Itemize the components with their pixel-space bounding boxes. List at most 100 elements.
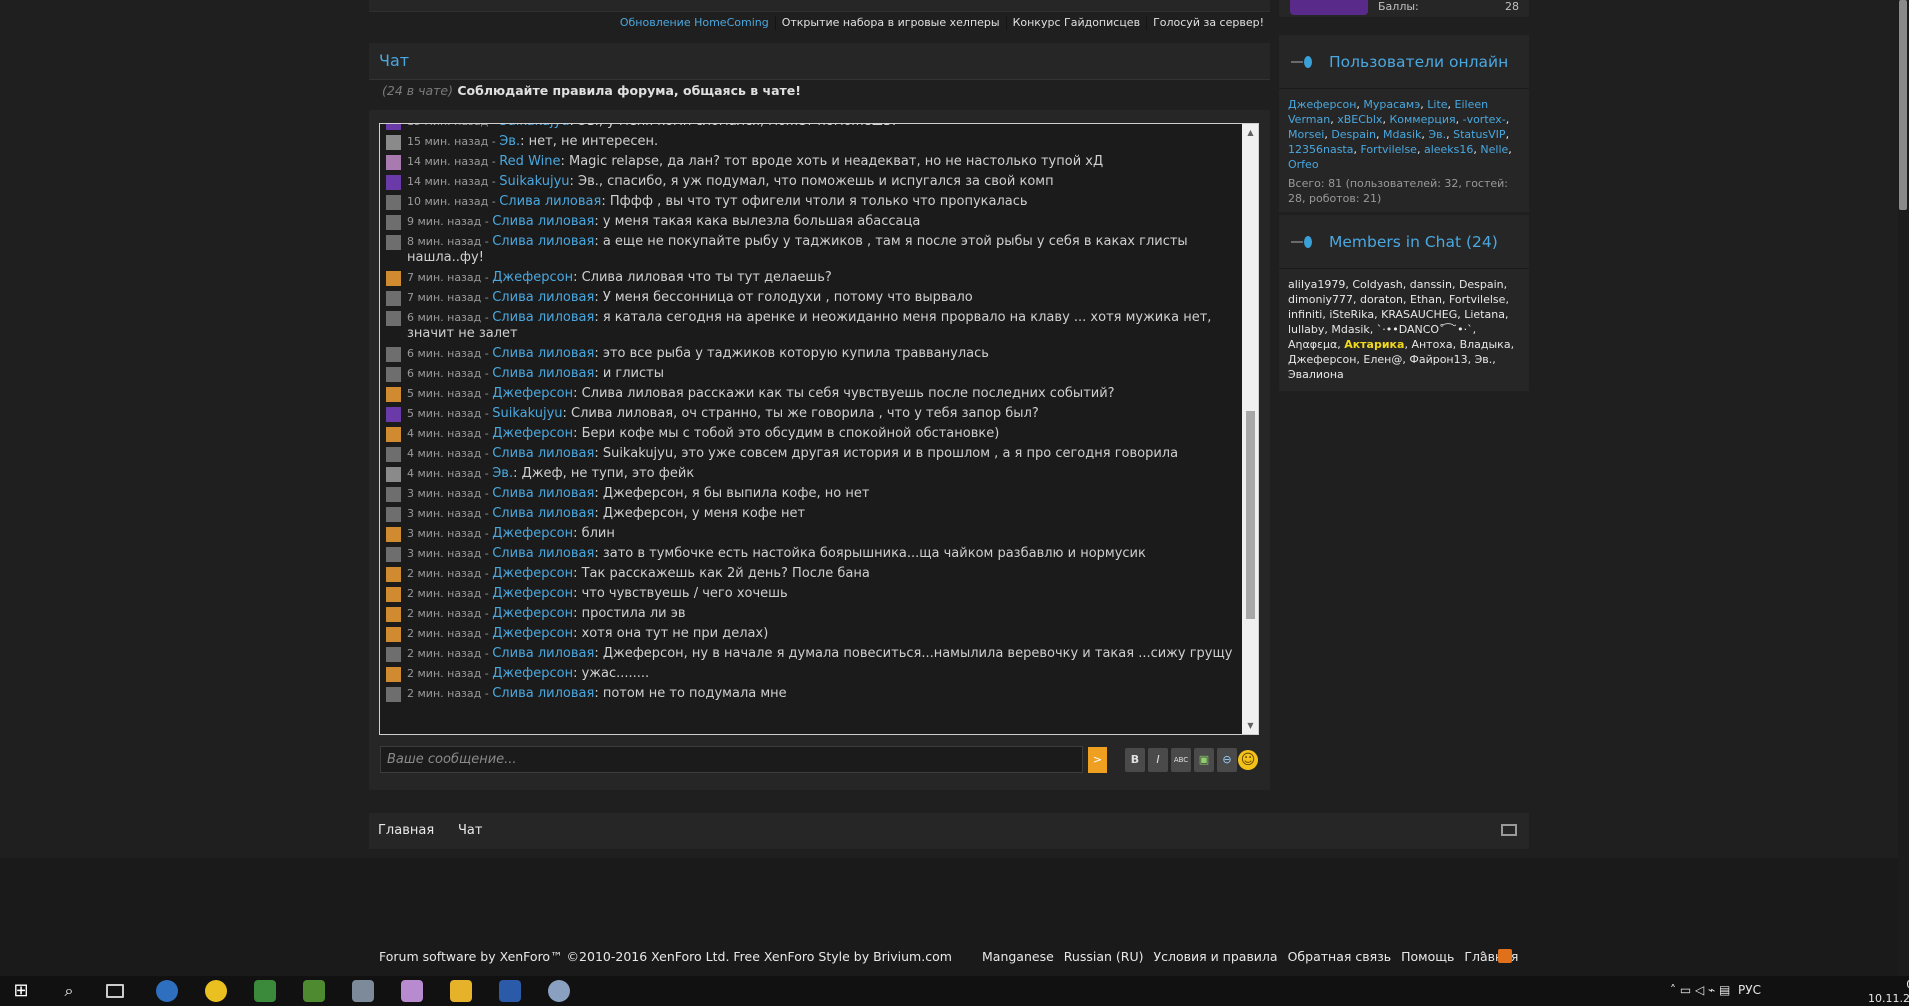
image-button[interactable]: ▣ (1194, 748, 1214, 772)
app-icon[interactable] (254, 980, 276, 1002)
message-author[interactable]: Слива лиловая (492, 214, 594, 229)
message-author[interactable]: Слива лиловая (492, 346, 594, 361)
user-link[interactable]: Mdasik (1383, 128, 1421, 141)
strike-button[interactable]: ABC (1171, 748, 1191, 772)
user-link[interactable]: StatusVIP (1453, 128, 1505, 141)
user-avatar-icon[interactable] (386, 271, 401, 286)
footer-link[interactable]: Условия и правила (1153, 949, 1277, 964)
user-avatar-icon[interactable] (386, 547, 401, 562)
message-author[interactable]: Suikakujyu (492, 406, 562, 421)
user-link[interactable]: Мурасамэ (1363, 98, 1420, 111)
message-author[interactable]: Suikakujyu (499, 124, 569, 129)
scroll-top-icon[interactable]: ⌃ (1478, 949, 1488, 963)
windows-start-icon[interactable]: ⊞ (10, 980, 32, 1002)
message-author[interactable]: Джеферсон (492, 270, 573, 285)
user-avatar-icon[interactable] (386, 687, 401, 702)
message-author[interactable]: Слива лиловая (492, 546, 594, 561)
message-author[interactable]: Джеферсон (492, 606, 573, 621)
scroll-down-icon[interactable]: ▼ (1242, 717, 1258, 734)
user-link[interactable]: 12356nasta (1288, 143, 1354, 156)
user-avatar-icon[interactable] (386, 587, 401, 602)
notice-link[interactable]: Открытие набора в игровые хелперы (776, 16, 1006, 29)
message-author[interactable]: Слива лиловая (492, 486, 594, 501)
user-link[interactable]: Владыка (1460, 338, 1511, 351)
rss-icon[interactable] (1498, 949, 1512, 963)
user-avatar-icon[interactable] (386, 347, 401, 362)
message-author[interactable]: Слива лиловая (492, 686, 594, 701)
message-author[interactable]: Эв. (499, 134, 520, 149)
notice-link[interactable]: Голосуй за сервер! (1147, 16, 1270, 29)
footer-credit[interactable]: Forum software by XenForo™ ©2010-2016 Xe… (379, 949, 952, 964)
clock[interactable]: 0:30 10.11.2017 (1868, 978, 1909, 1006)
user-link[interactable]: Файрон13 (1409, 353, 1467, 366)
user-link[interactable]: Актарика (1344, 338, 1404, 351)
scroll-thumb[interactable] (1246, 411, 1255, 619)
user-avatar-icon[interactable] (386, 215, 401, 230)
footer-link[interactable]: Обратная связь (1288, 949, 1392, 964)
message-author[interactable]: Слива лиловая (492, 366, 594, 381)
user-link[interactable]: Orfeo (1288, 158, 1319, 171)
user-link[interactable]: Fortvilelse (1449, 293, 1505, 306)
user-link[interactable]: Эвалиона (1288, 368, 1344, 381)
user-link[interactable]: Ethan (1410, 293, 1442, 306)
message-author[interactable]: Red Wine (499, 154, 560, 169)
user-avatar-icon[interactable] (386, 567, 401, 582)
footer-link[interactable]: Помощь (1401, 949, 1454, 964)
user-avatar-icon[interactable] (386, 367, 401, 382)
user-link[interactable]: Mdasik (1331, 323, 1369, 336)
message-author[interactable]: Слива лиловая (492, 446, 594, 461)
notice-link[interactable]: Обновление HomeComing (614, 16, 775, 29)
user-avatar-icon[interactable] (386, 124, 401, 130)
user-link[interactable]: danssin (1410, 278, 1452, 291)
message-author[interactable]: Слива лиловая (492, 310, 594, 325)
user-link[interactable]: Эв. (1475, 353, 1493, 366)
user-link[interactable]: Lite (1427, 98, 1447, 111)
page-scroll-thumb[interactable] (1899, 0, 1907, 210)
scroll-up-icon[interactable]: ▲ (1242, 124, 1258, 141)
message-author[interactable]: Слива лиловая (492, 234, 594, 249)
user-avatar-icon[interactable] (386, 447, 401, 462)
user-avatar-icon[interactable] (386, 607, 401, 622)
chat-message-list[interactable]: 15 мин. назад - Suikakujyu: Эв., у меня … (379, 123, 1259, 735)
user-link[interactable]: Джеферсон (1288, 98, 1356, 111)
user-link[interactable]: Morsei (1288, 128, 1324, 141)
breadcrumb-home[interactable]: Главная (378, 823, 434, 838)
user-avatar-icon[interactable] (386, 487, 401, 502)
folder-icon[interactable] (450, 980, 472, 1002)
user-avatar-icon[interactable] (386, 311, 401, 326)
user-avatar-icon[interactable] (386, 407, 401, 422)
user-link[interactable]: doraton (1360, 293, 1403, 306)
link-button[interactable]: ⊖ (1217, 748, 1237, 772)
user-link[interactable]: Джеферсон (1288, 353, 1356, 366)
breadcrumb-chat[interactable]: Чат (458, 823, 482, 838)
avatar[interactable] (1290, 0, 1368, 15)
user-avatar-icon[interactable] (386, 175, 401, 190)
jump-menu-icon[interactable] (1501, 824, 1517, 836)
user-avatar-icon[interactable] (386, 507, 401, 522)
user-avatar-icon[interactable] (386, 155, 401, 170)
italic-button[interactable]: I (1148, 748, 1168, 772)
language-indicator[interactable]: РУС (1738, 983, 1761, 997)
smilie-icon[interactable]: ☺ (1238, 750, 1258, 770)
user-link[interactable]: -vortex- (1463, 113, 1506, 126)
user-avatar-icon[interactable] (386, 647, 401, 662)
user-avatar-icon[interactable] (386, 291, 401, 306)
message-input[interactable] (380, 746, 1083, 773)
message-author[interactable]: Джеферсон (492, 566, 573, 581)
bold-button[interactable]: B (1125, 748, 1145, 772)
task-view-icon[interactable] (106, 984, 124, 998)
message-author[interactable]: Suikakujyu (499, 174, 569, 189)
user-link[interactable]: Коммерция (1389, 113, 1455, 126)
nvidia-icon[interactable] (303, 980, 325, 1002)
notice-link[interactable]: Конкурс Гайдописцев (1007, 16, 1146, 29)
message-author[interactable]: Слива лиловая (492, 646, 594, 661)
app-icon[interactable] (401, 980, 423, 1002)
app-icon[interactable] (352, 980, 374, 1002)
user-link[interactable]: `·••DANCO˚ ͡ ˘•·` (1377, 323, 1473, 336)
user-avatar-icon[interactable] (386, 527, 401, 542)
system-tray[interactable]: ˄ ▭ ◁ ⌁ ▤ РУС (1670, 983, 1761, 997)
message-author[interactable]: Джеферсон (492, 426, 573, 441)
user-link[interactable]: Nelle (1480, 143, 1508, 156)
message-author[interactable]: Эв. (492, 466, 513, 481)
message-author[interactable]: Джеферсон (492, 526, 573, 541)
